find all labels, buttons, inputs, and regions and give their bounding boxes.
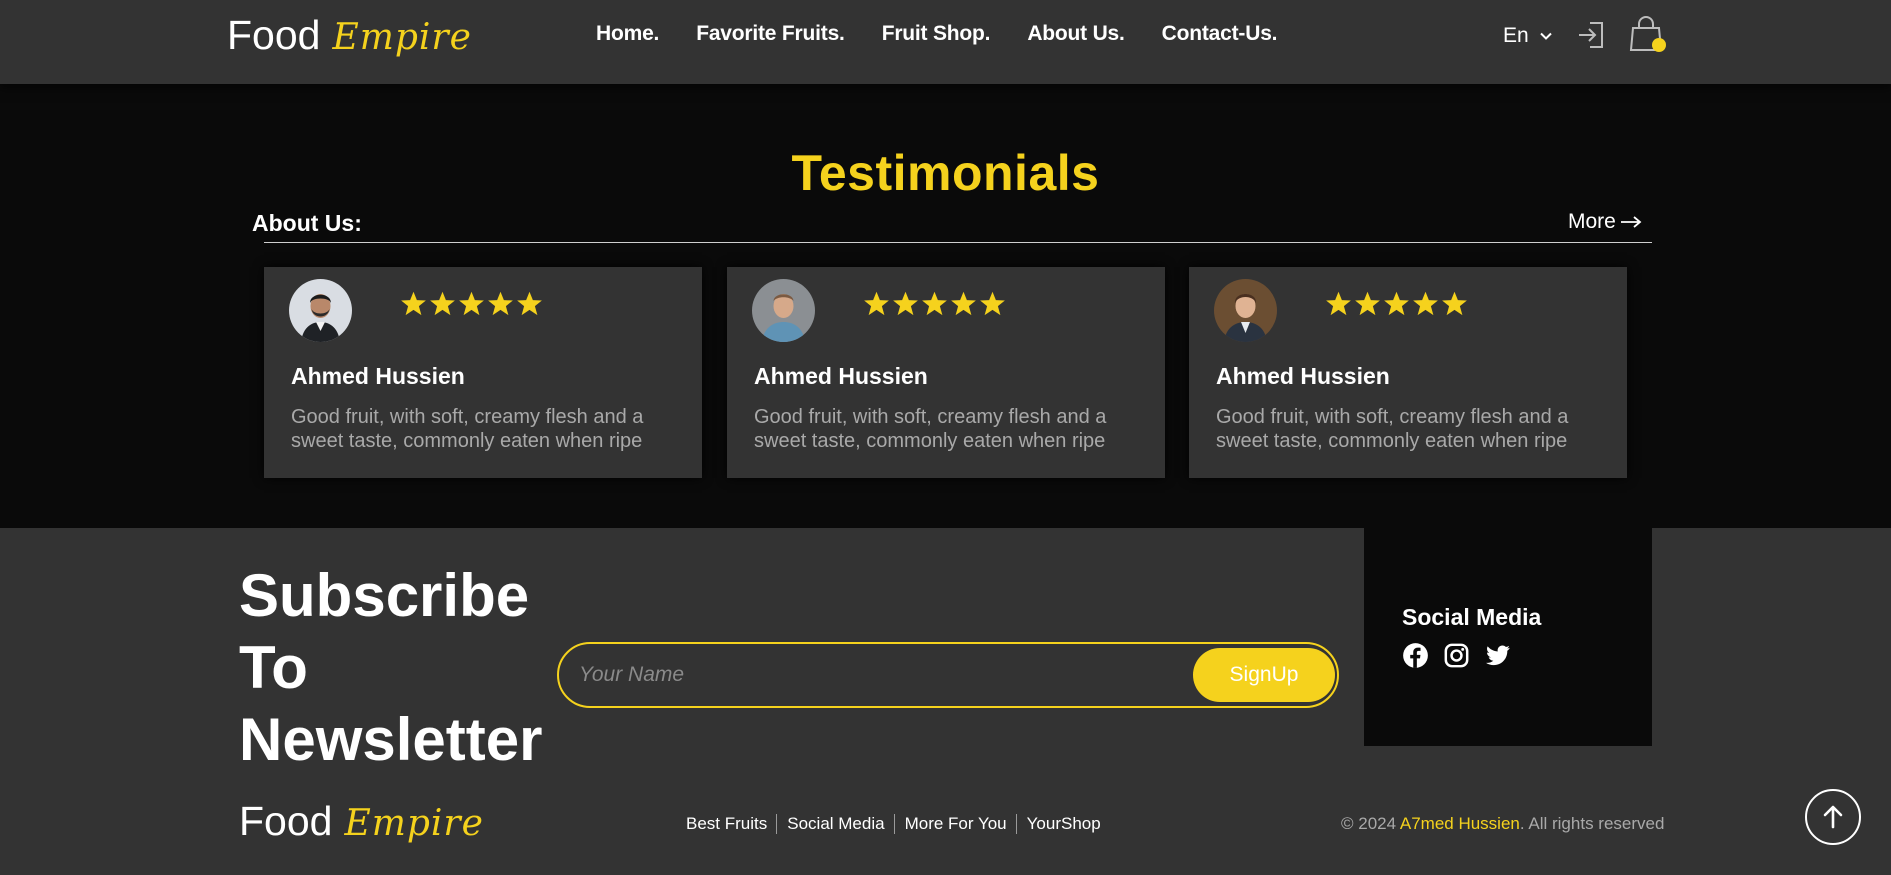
copyright-author-link[interactable]: A7med Hussien: [1400, 814, 1520, 833]
avatar: [752, 279, 815, 342]
reviewer-name: Ahmed Hussien: [1216, 363, 1390, 389]
review-text: Good fruit, with soft, creamy flesh and …: [291, 406, 644, 452]
avatar: [1214, 279, 1277, 342]
reviewer-name: Ahmed Hussien: [291, 363, 465, 389]
nav-link-about-us[interactable]: About Us.: [1027, 22, 1125, 46]
navbar: Food Empire Home. Favorite Fruits. Fruit…: [0, 0, 1891, 84]
star-icon: [951, 291, 976, 316]
scroll-to-top-button[interactable]: [1805, 789, 1861, 845]
instagram-icon[interactable]: [1443, 642, 1470, 669]
language-selector[interactable]: En: [1503, 24, 1553, 48]
brand-logo[interactable]: Food Empire: [227, 12, 472, 59]
star-rating: [863, 290, 1006, 317]
nav-link-contact-us[interactable]: Contact-Us.: [1162, 22, 1278, 46]
newsletter-title: Subscribe To Newsletter: [239, 560, 542, 776]
newsletter-title-line: Newsletter: [239, 706, 543, 773]
nav-link-favorite-fruits[interactable]: Favorite Fruits.: [696, 22, 845, 46]
shopping-bag-icon[interactable]: [1627, 15, 1667, 55]
copyright-prefix: © 2024: [1341, 814, 1400, 833]
star-icon: [1413, 291, 1438, 316]
language-label: En: [1503, 24, 1529, 47]
footer-link-social-media[interactable]: Social Media: [777, 814, 895, 834]
nav-link-fruit-shop[interactable]: Fruit Shop.: [882, 22, 991, 46]
twitter-icon[interactable]: [1484, 642, 1511, 669]
arrow-right-icon: [1620, 216, 1642, 228]
name-input[interactable]: [579, 656, 1179, 694]
facebook-icon[interactable]: [1402, 642, 1429, 669]
star-icon: [517, 291, 542, 316]
footer-brand-logo[interactable]: Food Empire: [239, 798, 484, 845]
nav-link-home[interactable]: Home.: [596, 22, 659, 46]
brand-word-food: Food: [239, 798, 333, 844]
section-title: Testimonials: [791, 145, 1100, 201]
brand-word-food: Food: [227, 12, 321, 58]
social-media-panel: Social Media: [1364, 528, 1652, 746]
star-rating: [400, 290, 543, 317]
social-icons: [1402, 642, 1511, 669]
brand-word-empire: Empire: [344, 803, 484, 844]
star-icon: [459, 291, 484, 316]
section-divider: [264, 242, 1652, 243]
login-icon[interactable]: [1576, 19, 1608, 51]
testimonial-card: Ahmed Hussien Good fruit, with soft, cre…: [727, 267, 1165, 478]
star-icon: [893, 291, 918, 316]
signup-button[interactable]: SignUp: [1193, 648, 1335, 702]
arrow-up-icon: [1823, 805, 1843, 829]
star-icon: [488, 291, 513, 316]
star-icon: [1442, 291, 1467, 316]
newsletter-title-line: To: [239, 634, 308, 701]
copyright-suffix: . All rights reserved: [1519, 814, 1665, 833]
about-us-label: About Us:: [252, 210, 362, 236]
newsletter-form: SignUp: [557, 642, 1339, 708]
chevron-down-icon: [1539, 32, 1552, 40]
star-icon: [864, 291, 889, 316]
star-icon: [401, 291, 426, 316]
more-link[interactable]: More: [1568, 210, 1642, 234]
star-icon: [1384, 291, 1409, 316]
main-nav: Home. Favorite Fruits. Fruit Shop. About…: [596, 22, 1278, 46]
social-media-title: Social Media: [1402, 604, 1542, 630]
avatar: [289, 279, 352, 342]
newsletter-title-line: Subscribe: [239, 562, 530, 629]
star-rating: [1325, 290, 1468, 317]
footer-nav: Best Fruits Social Media More For You Yo…: [676, 814, 1110, 834]
reviewer-name: Ahmed Hussien: [754, 363, 928, 389]
star-icon: [1326, 291, 1351, 316]
more-link-label: More: [1568, 210, 1616, 233]
footer: Subscribe To Newsletter SignUp Social Me…: [0, 528, 1891, 875]
copyright: © 2024 A7med Hussien. All rights reserve…: [1341, 814, 1664, 834]
star-icon: [922, 291, 947, 316]
review-text: Good fruit, with soft, creamy flesh and …: [754, 406, 1107, 452]
footer-link-yourshop[interactable]: YourShop: [1017, 814, 1110, 834]
brand-word-empire: Empire: [332, 17, 472, 58]
star-icon: [980, 291, 1005, 316]
star-icon: [1355, 291, 1380, 316]
footer-link-best-fruits[interactable]: Best Fruits: [676, 814, 778, 834]
testimonial-card: Ahmed Hussien Good fruit, with soft, cre…: [1189, 267, 1627, 478]
star-icon: [430, 291, 455, 316]
footer-link-more-for-you[interactable]: More For You: [895, 814, 1017, 834]
testimonial-card: Ahmed Hussien Good fruit, with soft, cre…: [264, 267, 702, 478]
review-text: Good fruit, with soft, creamy flesh and …: [1216, 406, 1569, 452]
